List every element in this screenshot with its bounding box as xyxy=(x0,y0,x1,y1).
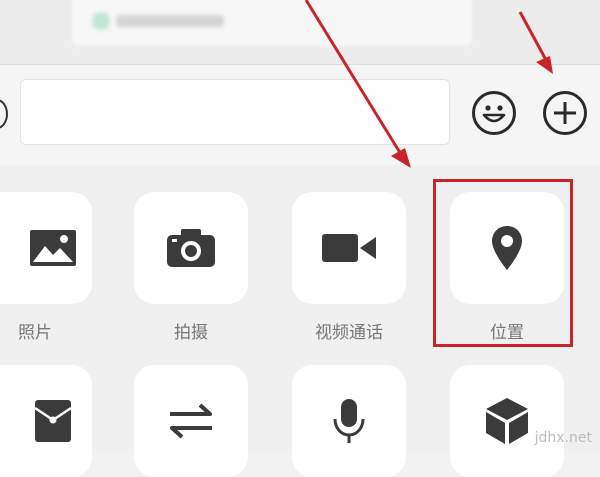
arrow-to-plus-head xyxy=(536,56,553,74)
annotation-arrows xyxy=(304,0,553,168)
arrow-to-location-head xyxy=(391,148,411,168)
watermark: jdhx.net xyxy=(534,430,592,446)
arrow-to-location xyxy=(304,0,404,157)
arrow-to-plus xyxy=(518,11,548,61)
